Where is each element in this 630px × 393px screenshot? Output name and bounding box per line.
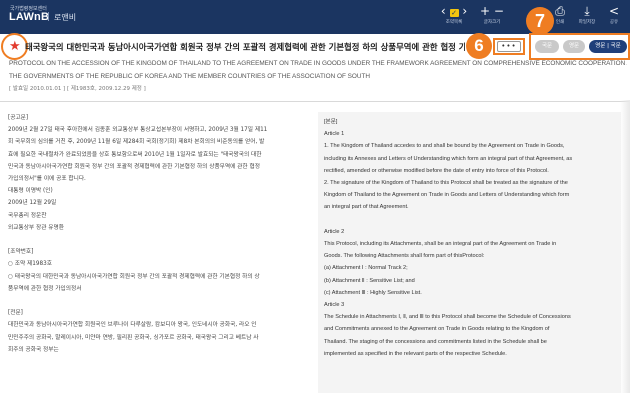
text-line: 민민주주의 공화국, 말레이시아, 미얀마 연방, 필리핀 공화국, 싱가포르 … bbox=[8, 334, 259, 341]
text-line: 대한민국과 동남아시아국가연합 회원국인 브루나이 다루살람, 캄보디아 왕국,… bbox=[8, 322, 257, 329]
breadcrumb[interactable]: 로앤비 bbox=[54, 12, 76, 23]
text-line: 2009년 12월 29일 bbox=[8, 200, 57, 207]
text-line: 외교통상부 장관 유명환 bbox=[8, 224, 64, 231]
highlight-box-more bbox=[493, 38, 525, 55]
text-line: rectified, amended or otherwise modified… bbox=[324, 167, 549, 174]
english-title-line: THE GOVERNMENTS OF THE REPUBLIC OF KOREA… bbox=[9, 73, 370, 80]
toolbar-divider bbox=[48, 12, 49, 21]
text-line: Article 2 bbox=[324, 228, 345, 235]
share-button[interactable]: < 공유 bbox=[600, 3, 628, 31]
logo-text: LAWnB bbox=[9, 11, 50, 23]
text-line: 국무총리 정운찬 bbox=[8, 212, 47, 219]
text-line: 효에 필요한 국내절차가 완료되었음을 상호 통보함으로써 2010년 1월 1… bbox=[8, 151, 262, 158]
callout-6: 6 bbox=[466, 33, 492, 59]
text-line: ○ 조약 제1983호 bbox=[8, 261, 52, 268]
download-icon: ⤓ bbox=[584, 4, 590, 18]
text-line: 1. The Kingdom of Thailand accedes to an… bbox=[324, 143, 565, 150]
text-line: This Protocol, including its Attachments… bbox=[324, 241, 557, 248]
text-line: Article 3 bbox=[324, 302, 345, 309]
text-line: Goods. The following Attachments shall f… bbox=[324, 253, 485, 260]
text-line: 회 국무회의 심의를 거친 후, 2009년 11월 6일 제284회 국회(정… bbox=[8, 139, 265, 146]
highlight-box-language bbox=[529, 33, 630, 60]
toc-nav-label: 조약목록 bbox=[445, 20, 463, 25]
text-line: 2009년 2월 27일 태국 후아힌에서 김종훈 외교통상부 통상교섭본부장이… bbox=[8, 127, 268, 134]
english-title: PROTOCOL ON THE ACCESSION OF THE KINGDOM… bbox=[9, 57, 627, 83]
share-label: 공유 bbox=[609, 20, 619, 25]
text-line: (c) Attachment Ⅲ : Highly Sensitive List… bbox=[324, 289, 422, 296]
lawnb-logo[interactable]: 국가법령정보센터 LAWnB bbox=[9, 6, 50, 23]
save-file-button[interactable]: ⤓ 파일저장 bbox=[573, 3, 601, 31]
page-edge-shadow bbox=[620, 100, 630, 393]
nav-arrows-icon: ‹ ✓ › bbox=[440, 4, 468, 18]
text-line: 가입의정서"를 이에 공포 합니다. bbox=[8, 176, 86, 183]
document-title: 태국왕국의 대한민국과 동남아시아국가연합 회원국 정부 간의 포괄적 경제협력… bbox=[25, 42, 465, 52]
toc-nav-button[interactable]: ‹ ✓ › 조약목록 bbox=[440, 3, 468, 31]
text-line: including its Annexes and Letters of Und… bbox=[324, 155, 573, 162]
text-line: [공고문] bbox=[8, 115, 29, 121]
font-size-label: 글자크기 bbox=[483, 20, 501, 25]
text-line: 회주의 공화국 정부는 bbox=[8, 346, 59, 353]
english-title-line: PROTOCOL ON THE ACCESSION OF THE KINGDOM… bbox=[9, 60, 627, 67]
logo-subtitle: 국가법령정보센터 bbox=[10, 6, 47, 12]
font-size-button[interactable]: + − 글자크기 bbox=[478, 3, 506, 31]
text-line: [본문] bbox=[324, 119, 338, 125]
effective-date-meta: [ 발효일 2010.01.01 ] [ 제1983호, 2009.12.29 … bbox=[9, 86, 146, 92]
divider bbox=[0, 101, 630, 102]
text-line: 품무역에 관한 협정 가입의정서 bbox=[8, 285, 82, 292]
korean-text-pane: [공고문] 2009년 2월 27일 태국 후아힌에서 김종훈 외교통상부 통상… bbox=[8, 112, 311, 393]
text-line: and Commitments annexed to the Agreement… bbox=[324, 326, 550, 333]
check-icon: ✓ bbox=[449, 9, 459, 17]
text-line: Article 1 bbox=[324, 131, 345, 138]
callout-7: 7 bbox=[526, 7, 554, 35]
save-file-label: 파일저장 bbox=[578, 20, 596, 25]
text-line: (b) Attachment Ⅱ : Sensitive List; and bbox=[324, 277, 415, 284]
text-line: 대통령 이명박 (인) bbox=[8, 188, 53, 195]
text-line: an integral part of that Agreement. bbox=[324, 204, 409, 211]
text-line: Thailand. The staging of the concessions… bbox=[324, 338, 547, 345]
text-line: Kingdom of Thailand to the Agreement on … bbox=[324, 192, 570, 199]
zoom-icon: + − bbox=[480, 4, 504, 18]
share-icon: < bbox=[608, 4, 620, 18]
text-line: 2. The signature of the Kingdom of Thail… bbox=[324, 180, 568, 187]
highlight-ring bbox=[1, 33, 28, 60]
text-line: The Schedule in Attachments Ⅰ, Ⅱ, and Ⅲ … bbox=[324, 314, 571, 321]
text-line: ○ 태국왕국의 대한민국과 동남아시아국가연합 회원국 정부 간의 포괄적 경제… bbox=[8, 273, 260, 280]
english-text-pane: [본문] Article 1 1. The Kingdom of Thailan… bbox=[318, 112, 621, 393]
text-line: (a) Attachment Ⅰ : Normal Track 2; bbox=[324, 265, 408, 272]
text-line: [전문] bbox=[8, 310, 23, 317]
text-line: 민국과 동남아시아국가연합 회원국 정부 간의 포괄적 경제협력에 관한 기본협… bbox=[8, 163, 260, 170]
text-line: [조약번호] bbox=[8, 249, 34, 256]
text-line: implemented as specified in the relevant… bbox=[324, 350, 507, 357]
